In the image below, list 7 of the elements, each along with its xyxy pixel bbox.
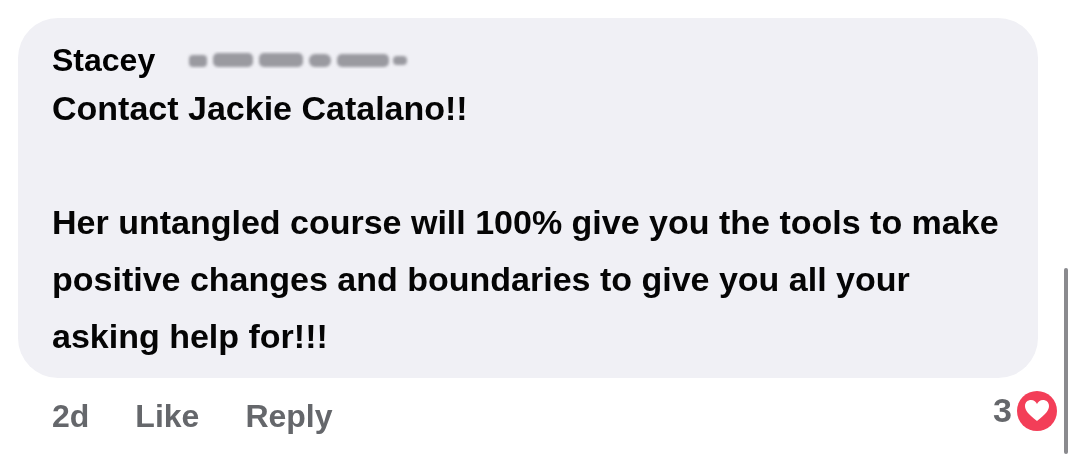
action-link[interactable]: Reply xyxy=(245,392,333,440)
comment-text: Her untangled course will 100% give you the tools to make positive changes and boundaries to give you all your asking help for!!! xyxy=(52,202,1000,357)
timestamp: 2d xyxy=(52,397,90,436)
action-link[interactable]: Like xyxy=(135,392,200,440)
author-name[interactable]: Stacey xyxy=(52,40,156,80)
reaction-count: 3 xyxy=(993,390,1012,431)
comment-text: Contact Jackie Catalano!! xyxy=(52,88,469,129)
